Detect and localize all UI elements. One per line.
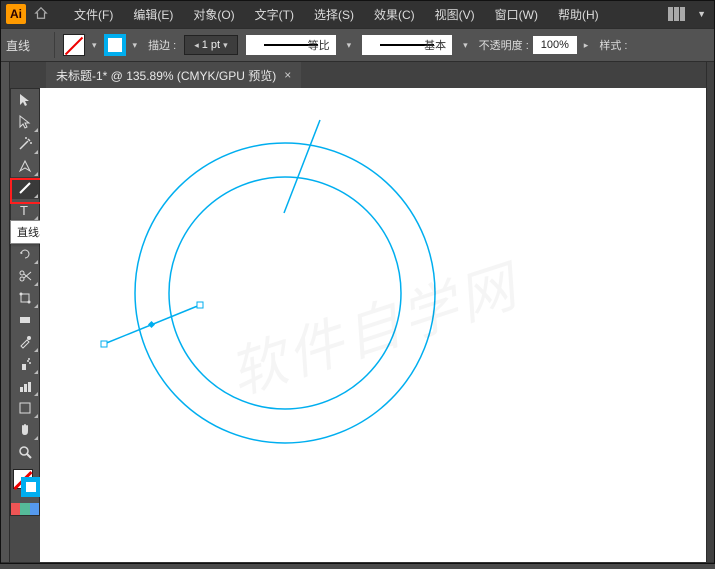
magic-wand-tool[interactable] xyxy=(11,133,39,155)
brush-definition-dropdown[interactable]: 基本 xyxy=(362,35,452,55)
stroke-swatch[interactable] xyxy=(104,34,126,56)
control-bar: 直线 ▾ ▾ 描边 : ◂ 1 pt ▾ 等比 ▾ 基本 ▾ 不透明度 : 10… xyxy=(0,28,715,62)
column-graph-tool[interactable] xyxy=(11,375,39,397)
artboard-tool[interactable] xyxy=(11,397,39,419)
rotate-tool[interactable] xyxy=(11,243,39,265)
menu-effect[interactable]: 效果(C) xyxy=(364,6,425,23)
symbol-sprayer-tool[interactable] xyxy=(11,353,39,375)
menu-edit[interactable]: 编辑(E) xyxy=(123,6,183,23)
menubar: Ai 文件(F) 编辑(E) 对象(O) 文字(T) 选择(S) 效果(C) 视… xyxy=(0,0,715,28)
workspace-icon[interactable] xyxy=(668,7,686,21)
canvas[interactable]: 软件自学网 xyxy=(40,88,706,564)
stroke-weight-field[interactable]: ◂ 1 pt ▾ xyxy=(184,35,237,55)
opacity-field[interactable]: 100% xyxy=(533,36,577,54)
fill-swatch[interactable] xyxy=(63,34,85,56)
gradient-tool[interactable] xyxy=(11,309,39,331)
tools-panel: T xyxy=(10,88,40,516)
color-mode-row[interactable] xyxy=(11,503,39,515)
chevron-down-icon[interactable]: ▾ xyxy=(460,40,471,51)
type-tool[interactable]: T xyxy=(11,199,39,221)
chevron-down-icon[interactable]: ▾ xyxy=(344,40,355,51)
stroke-value: 1 pt xyxy=(202,39,220,51)
zoom-tool[interactable] xyxy=(11,441,39,463)
width-profile-dropdown[interactable]: 等比 xyxy=(246,35,336,55)
document-tab[interactable]: 未标题-1* @ 135.89% (CMYK/GPU 预览) × xyxy=(46,62,301,88)
left-rail xyxy=(0,62,10,564)
right-panel-edge[interactable] xyxy=(706,62,715,564)
free-transform-tool[interactable] xyxy=(11,287,39,309)
stroke-swatch-large[interactable] xyxy=(21,477,41,497)
menu-select[interactable]: 选择(S) xyxy=(304,6,364,23)
line-segment-tool[interactable] xyxy=(11,177,39,199)
close-icon[interactable]: × xyxy=(284,68,291,82)
chevron-down-icon[interactable]: ▾ xyxy=(89,40,100,51)
menu-object[interactable]: 对象(O) xyxy=(183,6,244,23)
chevron-down-icon[interactable]: ▼ xyxy=(694,9,709,19)
hand-tool[interactable] xyxy=(11,419,39,441)
opacity-label: 不透明度 : xyxy=(479,37,529,53)
tool-label: 直线 xyxy=(6,37,46,54)
styles-label: 样式 : xyxy=(599,37,627,53)
menu-help[interactable]: 帮助(H) xyxy=(548,6,609,23)
direct-selection-tool[interactable] xyxy=(11,111,39,133)
menu-window[interactable]: 窗口(W) xyxy=(485,6,548,23)
home-icon[interactable] xyxy=(34,6,48,23)
artwork xyxy=(40,88,706,564)
chevron-right-icon[interactable]: ▸ xyxy=(581,40,592,51)
pen-tool[interactable] xyxy=(11,155,39,177)
tab-title: 未标题-1* @ 135.89% (CMYK/GPU 预览) xyxy=(56,67,276,84)
app-logo: Ai xyxy=(6,4,26,24)
chevron-down-icon[interactable]: ▾ xyxy=(130,40,141,51)
selection-tool[interactable] xyxy=(11,89,39,111)
document-tabbar: 未标题-1* @ 135.89% (CMYK/GPU 预览) × xyxy=(0,62,715,88)
stroke-label: 描边 : xyxy=(148,37,176,53)
menu-file[interactable]: 文件(F) xyxy=(64,6,123,23)
fill-stroke-control[interactable] xyxy=(11,467,39,503)
svg-text:T: T xyxy=(20,203,28,218)
eyedropper-tool[interactable] xyxy=(11,331,39,353)
menu-type[interactable]: 文字(T) xyxy=(245,6,304,23)
scissors-tool[interactable] xyxy=(11,265,39,287)
menu-view[interactable]: 视图(V) xyxy=(425,6,485,23)
